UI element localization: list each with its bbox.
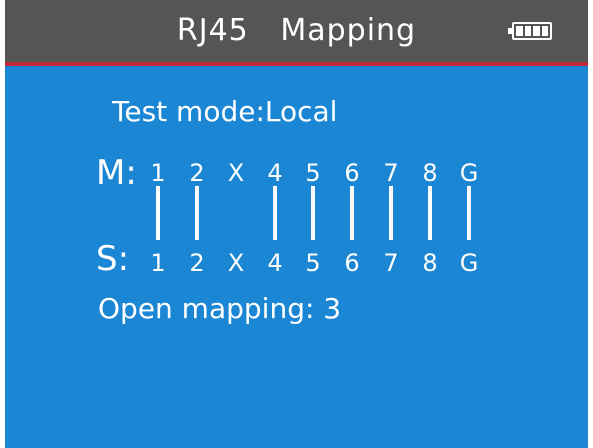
tester-screen: RJ45 Mapping Test mode:Local M: S: 1122X… (5, 0, 588, 448)
wire-5 (311, 186, 315, 240)
master-pin-g: G (459, 159, 479, 187)
battery-cell (541, 26, 548, 36)
master-pin-4: 4 (267, 159, 283, 187)
slave-pin-8: 8 (422, 249, 438, 277)
slave-pin-x: X (227, 249, 245, 277)
slave-pin-4: 4 (267, 249, 283, 277)
screen-title: RJ45 Mapping (176, 13, 417, 48)
slave-pin-5: 5 (305, 249, 321, 277)
battery-cell (516, 26, 523, 36)
battery-full-icon (508, 22, 552, 40)
wire-2 (195, 186, 199, 240)
slave-pin-1: 1 (150, 249, 166, 277)
battery-cell (533, 26, 540, 36)
slave-pin-g: G (459, 249, 479, 277)
master-pin-7: 7 (383, 159, 399, 187)
master-label: M: (96, 153, 137, 193)
header-bar: RJ45 Mapping (5, 0, 588, 62)
master-pin-2: 2 (189, 159, 205, 187)
master-pin-x: X (227, 159, 245, 187)
header-divider (5, 62, 588, 66)
slave-label: S: (96, 239, 130, 279)
slave-pin-6: 6 (344, 249, 360, 277)
master-pin-5: 5 (305, 159, 321, 187)
master-pin-1: 1 (150, 159, 166, 187)
slave-pin-7: 7 (383, 249, 399, 277)
battery-cell (524, 26, 531, 36)
master-pin-8: 8 (422, 159, 438, 187)
wire-1 (156, 186, 160, 240)
wire-4 (273, 186, 277, 240)
wire-7 (389, 186, 393, 240)
wire-6 (350, 186, 354, 240)
wire-8 (428, 186, 432, 240)
slave-pin-2: 2 (189, 249, 205, 277)
wire-g (467, 186, 471, 240)
open-mapping-status: Open mapping: 3 (98, 292, 342, 325)
master-pin-6: 6 (344, 159, 360, 187)
test-mode-label: Test mode:Local (112, 95, 338, 128)
